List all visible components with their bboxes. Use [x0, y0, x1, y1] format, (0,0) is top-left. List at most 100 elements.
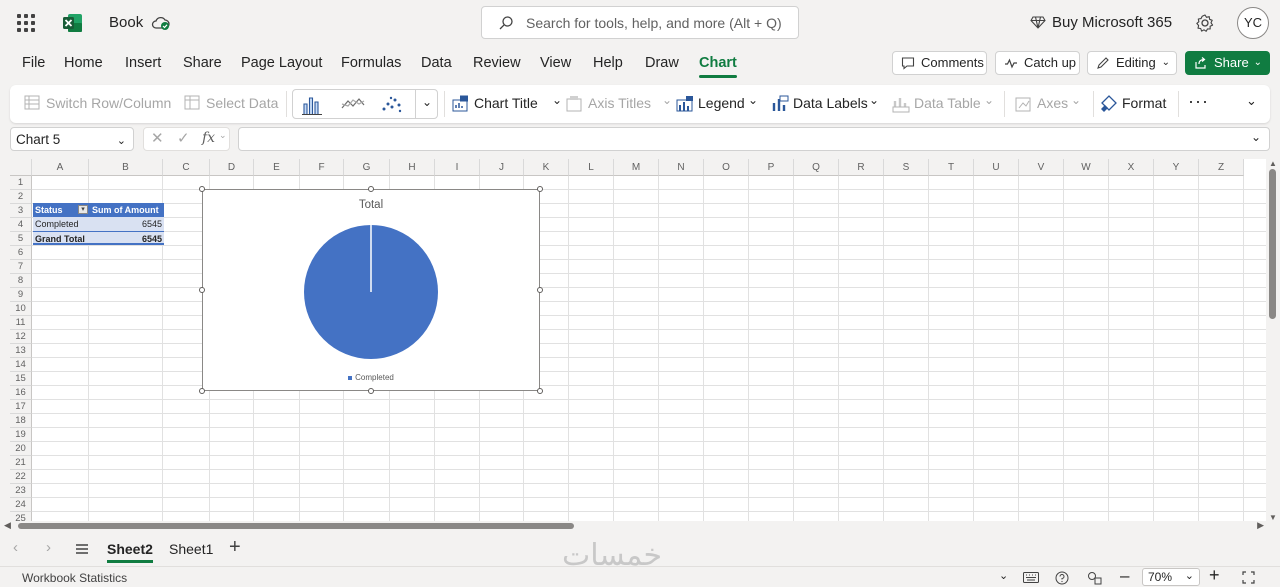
column-header-v[interactable]: V — [1019, 159, 1064, 176]
keyboard-icon[interactable] — [1023, 572, 1039, 583]
row-header-21[interactable]: 21 — [10, 456, 32, 470]
column-header-m[interactable]: M — [614, 159, 659, 176]
column-header-x[interactable]: X — [1109, 159, 1154, 176]
column-header-s[interactable]: S — [884, 159, 929, 176]
add-sheet-icon[interactable]: + — [229, 536, 241, 559]
all-sheets-menu-icon[interactable] — [75, 543, 89, 555]
select-all-corner[interactable] — [10, 159, 32, 176]
catch-up-button[interactable]: Catch up — [995, 51, 1080, 75]
zoom-in-icon[interactable]: + — [1209, 565, 1220, 586]
column-header-t[interactable]: T — [929, 159, 974, 176]
excel-logo-icon[interactable] — [62, 12, 84, 34]
horizontal-scroll-thumb[interactable] — [18, 523, 574, 529]
tab-home[interactable]: Home — [64, 55, 103, 71]
column-header-a[interactable]: A — [32, 159, 89, 176]
cloud-saved-icon[interactable] — [151, 13, 171, 33]
chart-legend[interactable]: Completed — [203, 373, 539, 382]
row-header-16[interactable]: 16 — [10, 386, 32, 400]
column-header-f[interactable]: F — [300, 159, 344, 176]
column-chart-icon[interactable] — [301, 94, 323, 116]
scroll-down-icon[interactable]: ▼ — [1269, 513, 1277, 522]
row-header-13[interactable]: 13 — [10, 344, 32, 358]
row-header-20[interactable]: 20 — [10, 442, 32, 456]
vertical-scroll-thumb[interactable] — [1269, 169, 1276, 319]
resize-handle-top-left[interactable] — [199, 186, 205, 192]
row-header-7[interactable]: 7 — [10, 260, 32, 274]
more-options-icon[interactable]: ··· — [1188, 91, 1209, 112]
zoom-level-select[interactable]: 70% ⌄ — [1142, 568, 1200, 586]
settings-gear-icon[interactable] — [1195, 13, 1215, 33]
ribbon-collapse-chevron-icon[interactable]: ⌄ — [1246, 93, 1257, 109]
row-header-4[interactable]: 4 — [10, 218, 32, 232]
row-header-15[interactable]: 15 — [10, 372, 32, 386]
pivot-row-value[interactable]: 6545 — [90, 217, 164, 231]
chart-type-more-chevron-icon[interactable]: ⌄ — [422, 95, 432, 109]
column-header-r[interactable]: R — [839, 159, 884, 176]
resize-handle-top-right[interactable] — [537, 186, 543, 192]
row-header-22[interactable]: 22 — [10, 470, 32, 484]
row-header-8[interactable]: 8 — [10, 274, 32, 288]
worksheet-grid[interactable]: A B C D E F G H I J K L M N O P Q R S T U V W X Y Z 1 2 3 4 5 6 7 8 9 10 11 1… — [10, 159, 1266, 522]
row-header-19[interactable]: 19 — [10, 428, 32, 442]
row-header-12[interactable]: 12 — [10, 330, 32, 344]
user-avatar[interactable]: YC — [1237, 7, 1269, 39]
line-chart-icon[interactable] — [341, 96, 365, 112]
chart-title[interactable]: Total — [203, 199, 539, 211]
column-header-u[interactable]: U — [974, 159, 1019, 176]
tab-data[interactable]: Data — [421, 55, 452, 71]
pivot-grand-total-value[interactable]: 6545 — [90, 231, 164, 245]
row-header-6[interactable]: 6 — [10, 246, 32, 260]
help-circle-icon[interactable] — [1055, 571, 1069, 585]
editing-mode-button[interactable]: Editing ⌄ — [1087, 51, 1177, 75]
filter-dropdown-icon[interactable]: ▾ — [78, 205, 88, 214]
row-header-11[interactable]: 11 — [10, 316, 32, 330]
column-header-o[interactable]: O — [704, 159, 749, 176]
pivot-header-status[interactable]: Status ▾ — [33, 203, 90, 217]
insert-function-icon[interactable]: fx — [202, 130, 215, 146]
scroll-right-icon[interactable]: ▶ — [1257, 520, 1264, 531]
tab-view[interactable]: View — [540, 55, 571, 71]
column-header-n[interactable]: N — [659, 159, 704, 176]
pie-plot-area[interactable] — [303, 224, 439, 360]
pivot-grand-total-label[interactable]: Grand Total — [33, 231, 90, 245]
pie-chart[interactable]: Total Completed — [202, 189, 540, 391]
status-chevron-down-icon[interactable]: ⌄ — [999, 569, 1008, 582]
row-header-3[interactable]: 3 — [10, 204, 32, 218]
resize-handle-bottom-right[interactable] — [537, 388, 543, 394]
sheet-tab-sheet2[interactable]: Sheet2 — [107, 541, 153, 563]
column-header-g[interactable]: G — [344, 159, 390, 176]
row-header-17[interactable]: 17 — [10, 400, 32, 414]
prev-sheet-chevron-icon[interactable]: ‹ — [13, 539, 18, 556]
accessibility-icon[interactable] — [1087, 571, 1102, 585]
scroll-left-icon[interactable]: ◀ — [4, 520, 11, 531]
vertical-scrollbar[interactable]: ▲ ▼ — [1266, 159, 1280, 522]
row-header-1[interactable]: 1 — [10, 176, 32, 190]
tab-formulas[interactable]: Formulas — [341, 55, 401, 71]
column-header-e[interactable]: E — [254, 159, 300, 176]
row-header-10[interactable]: 10 — [10, 302, 32, 316]
row-header-5[interactable]: 5 — [10, 232, 32, 246]
pivot-header-sum-of-amount[interactable]: Sum of Amount — [90, 203, 164, 217]
comments-button[interactable]: Comments — [892, 51, 987, 75]
row-header-24[interactable]: 24 — [10, 498, 32, 512]
next-sheet-chevron-icon[interactable]: › — [46, 539, 51, 556]
resize-handle-bottom-left[interactable] — [199, 388, 205, 394]
tab-share[interactable]: Share — [183, 55, 222, 71]
column-header-y[interactable]: Y — [1154, 159, 1199, 176]
tab-review[interactable]: Review — [473, 55, 521, 71]
resize-handle-right[interactable] — [537, 287, 543, 293]
expand-formula-chevron-icon[interactable]: ⌄ — [1251, 130, 1261, 144]
row-header-18[interactable]: 18 — [10, 414, 32, 428]
row-header-23[interactable]: 23 — [10, 484, 32, 498]
tab-page-layout[interactable]: Page Layout — [241, 55, 322, 71]
tab-chart[interactable]: Chart — [699, 55, 737, 78]
column-header-j[interactable]: J — [480, 159, 524, 176]
formula-input[interactable]: ⌄ — [238, 127, 1270, 151]
column-header-w[interactable]: W — [1064, 159, 1109, 176]
column-header-p[interactable]: P — [749, 159, 794, 176]
tab-draw[interactable]: Draw — [645, 55, 679, 71]
workbook-name[interactable]: Book — [109, 14, 143, 31]
column-header-k[interactable]: K — [524, 159, 569, 176]
column-header-b[interactable]: B — [89, 159, 163, 176]
resize-handle-top[interactable] — [368, 186, 374, 192]
